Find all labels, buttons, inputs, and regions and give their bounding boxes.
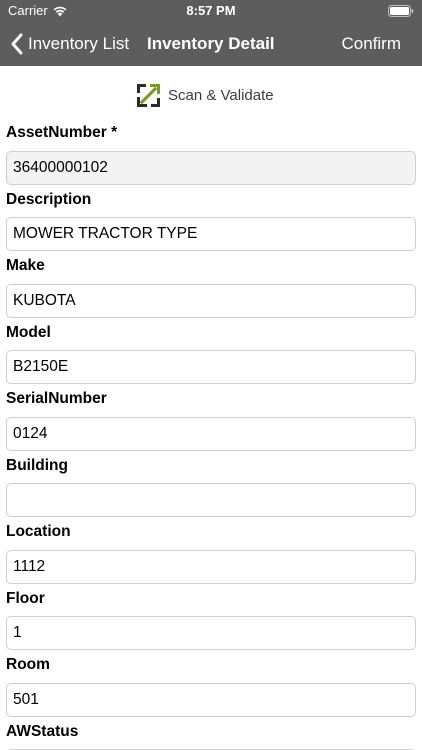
field-model: Model [0,322,422,389]
scan-validate-logo-icon [137,83,160,107]
field-description: Description [0,189,422,256]
chevron-left-icon [11,33,23,55]
logo-text: Scan & Validate [168,86,274,104]
asset-number-input[interactable] [6,150,416,185]
field-label: Room [6,656,50,673]
field-label: AssetNumber * [6,124,118,141]
serial-number-input[interactable] [6,416,416,451]
description-input[interactable] [6,217,416,251]
app-logo: Scan & Validate [136,82,274,108]
make-input[interactable] [6,283,416,318]
field-building: Building [0,455,422,522]
page-title: Inventory Detail [147,34,275,53]
field-floor: Floor [0,588,422,655]
building-input[interactable] [6,483,416,517]
model-input[interactable] [6,350,416,384]
confirm-button[interactable]: Confirm [341,34,401,54]
field-aw-status: AWStatus [0,721,422,750]
field-label: Model [6,323,51,341]
inventory-form: AssetNumber * Description Make Model Ser… [0,122,422,750]
navigation-bar: Inventory List Inventory Detail Confirm [0,22,422,66]
field-label: Description [6,190,92,208]
field-label: AWStatus [6,722,79,740]
location-input[interactable] [6,549,416,584]
status-time: 8:57 PM [186,3,236,18]
field-make: Make [0,255,422,322]
room-input[interactable] [6,682,416,717]
battery-icon [388,5,414,17]
back-button[interactable]: Inventory List [10,31,129,57]
field-label: Make [6,257,45,274]
status-bar: Carrier 8:57 PM [0,0,422,22]
field-serial-number: SerialNumber [0,388,422,455]
back-button-label: Inventory List [28,34,130,53]
field-location: Location [0,521,422,588]
field-label: Location [6,523,71,540]
field-room: Room [0,654,422,721]
field-asset-number: AssetNumber * [0,122,422,189]
field-label: SerialNumber [6,390,107,407]
field-label: Building [6,456,68,474]
floor-input[interactable] [6,616,416,650]
field-label: Floor [6,589,45,607]
